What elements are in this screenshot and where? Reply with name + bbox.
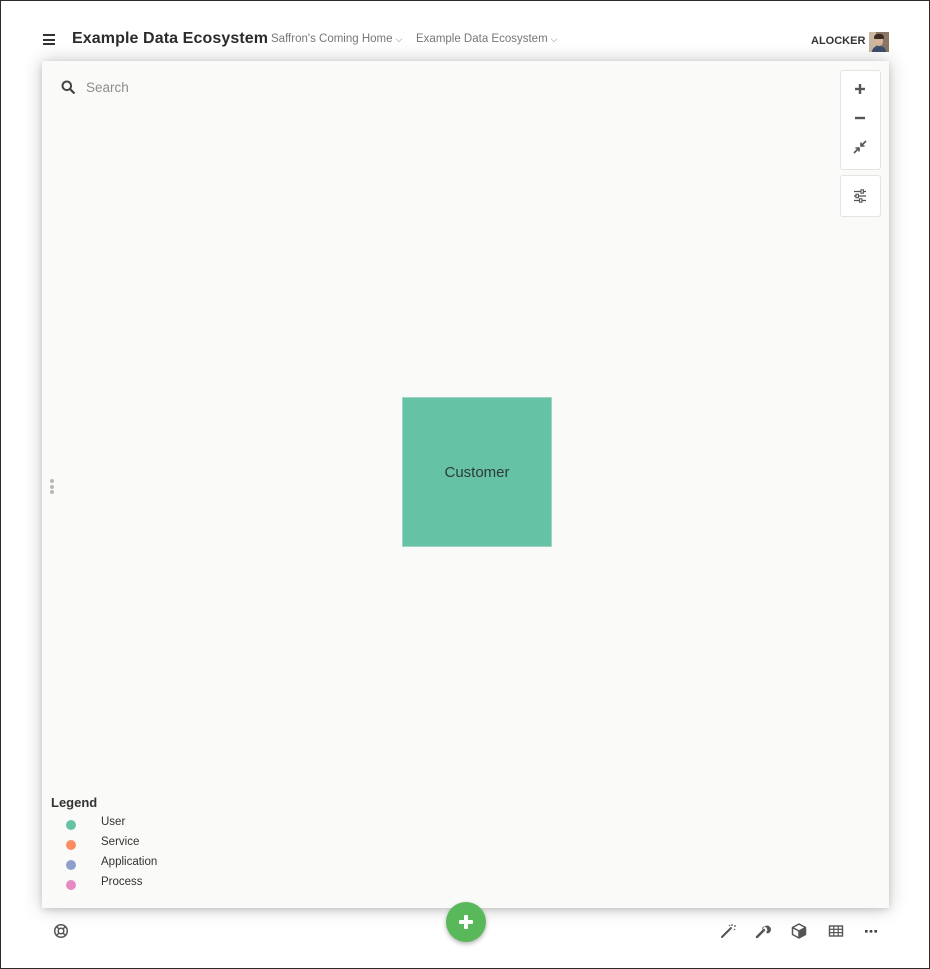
breadcrumb-label: Example Data Ecosystem bbox=[416, 33, 548, 45]
wrench-icon[interactable] bbox=[754, 922, 772, 940]
graph-node[interactable]: Customer bbox=[402, 397, 552, 547]
legend-dot bbox=[66, 840, 76, 850]
legend-label: Service bbox=[101, 836, 140, 848]
side-panel-drag-handle[interactable] bbox=[49, 479, 55, 497]
life-ring-icon[interactable] bbox=[53, 923, 69, 939]
avatar[interactable] bbox=[869, 32, 889, 52]
minus-icon[interactable] bbox=[850, 108, 870, 128]
legend-item-user: User bbox=[51, 816, 125, 836]
table-icon[interactable] bbox=[827, 922, 845, 940]
hamburger-menu-icon[interactable] bbox=[43, 34, 55, 45]
sliders-icon bbox=[854, 189, 866, 203]
page-title: Example Data Ecosystem bbox=[72, 30, 269, 47]
legend-dot bbox=[66, 880, 76, 890]
top-bar: Example Data Ecosystem Saffron's Coming … bbox=[0, 0, 930, 61]
legend-item-process: Process bbox=[51, 876, 143, 896]
graph-canvas[interactable]: Customer Legend User Service Application… bbox=[42, 61, 889, 908]
breadcrumb-label: Saffron's Coming Home bbox=[271, 33, 393, 45]
ellipsis-icon[interactable] bbox=[862, 922, 880, 940]
collapse-arrows-icon[interactable] bbox=[850, 137, 870, 157]
legend-label: Process bbox=[101, 876, 143, 888]
legend-label: User bbox=[101, 816, 126, 828]
chevron-down-icon: ⌵ bbox=[550, 34, 558, 44]
display-settings-button[interactable] bbox=[840, 175, 881, 217]
breadcrumb-project[interactable]: Saffron's Coming Home ⌵ bbox=[271, 33, 402, 45]
legend-dot bbox=[66, 820, 76, 830]
node-label: Customer bbox=[444, 463, 510, 481]
legend-item-service: Service bbox=[51, 836, 139, 856]
zoom-controls bbox=[840, 70, 881, 170]
legend-dot bbox=[66, 860, 76, 870]
search-icon bbox=[61, 80, 75, 94]
legend-item-application: Application bbox=[51, 856, 157, 876]
chevron-down-icon: ⌵ bbox=[395, 34, 403, 44]
legend-label: Application bbox=[101, 856, 158, 868]
legend-title: Legend bbox=[51, 795, 98, 810]
plus-icon[interactable] bbox=[850, 79, 870, 99]
search-input[interactable] bbox=[86, 77, 386, 97]
add-node-button[interactable] bbox=[446, 902, 486, 942]
cube-icon[interactable] bbox=[790, 922, 808, 940]
username[interactable]: ALOCKER bbox=[811, 35, 865, 47]
breadcrumb-ecosystem[interactable]: Example Data Ecosystem ⌵ bbox=[416, 33, 558, 45]
magic-wand-icon[interactable] bbox=[719, 922, 737, 940]
legend: Legend User Service Application Process bbox=[51, 795, 157, 896]
